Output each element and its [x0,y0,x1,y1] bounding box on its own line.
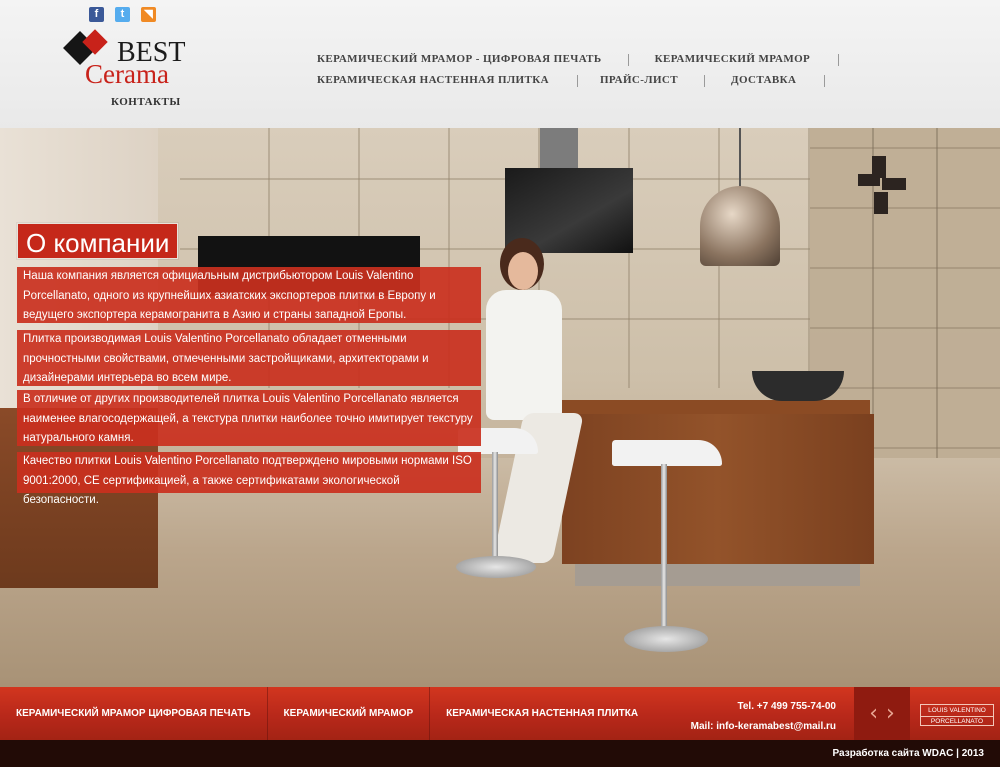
brand-line-2: PORCELLANATO [921,716,993,726]
contacts-link[interactable]: КОНТАКТЫ [111,95,181,109]
facebook-icon[interactable]: f [89,7,104,22]
about-paragraph: Плитка производимая Louis Valentino Porc… [17,330,481,386]
top-nav-row-2: КЕРАМИЧЕСКАЯ НАСТЕННАЯ ПЛИТКА ПРАЙС-ЛИСТ… [300,73,826,88]
developer-credits[interactable]: Разработка сайта WDAC | 2013 [833,747,984,761]
footer-link-marble-digital-print[interactable]: КЕРАМИЧЕСКИЙ МРАМОР ЦИФРОВАЯ ПЕЧАТЬ [0,707,267,721]
nav-separator [576,74,578,87]
footer-link-wall-tile[interactable]: КЕРАМИЧЕСКАЯ НАСТЕННАЯ ПЛИТКА [430,707,654,721]
footer-link-ceramic-marble[interactable]: КЕРАМИЧЕСКИЙ МРАМОР [268,707,430,721]
pendant-lamp [700,186,780,266]
nav-separator [627,53,629,66]
louis-valentino-logo[interactable]: LOUIS VALENTINO PORCELLANATO [920,704,994,726]
lamp-cord [739,128,741,188]
kitchen-island [562,414,874,564]
logo-text-cerama: Cerama [85,59,169,89]
nav-separator [824,74,826,87]
rss-icon[interactable]: ◥ [141,7,156,22]
twitter-icon[interactable]: t [115,7,130,22]
hood-pipe [540,128,578,170]
nav-link-price-list[interactable]: ПРАЙС-ЛИСТ [600,73,678,88]
site-header: f t ◥ BEST Cerama КОНТАКТЫ КЕРАМИЧЕСКИЙ … [0,0,1000,128]
island-base [575,564,860,586]
nav-separator [703,74,705,87]
about-paragraph: В отличие от других производителей плитк… [17,390,481,446]
nav-separator [838,53,840,66]
site-logo[interactable]: BEST Cerama [62,29,202,92]
bottom-bar: Разработка сайта WDAC | 2013 [0,740,1000,767]
nav-link-marble-digital-print[interactable]: КЕРАМИЧЕСКИЙ МРАМОР - ЦИФРОВАЯ ПЕЧАТЬ [317,52,602,67]
about-paragraph: Качество плитки Louis Valentino Porcella… [17,452,481,506]
social-links: f t ◥ [89,7,156,22]
counter-top [560,400,870,414]
nav-link-wall-tile[interactable]: КЕРАМИЧЕСКАЯ НАСТЕННАЯ ПЛИТКА [317,73,549,88]
wall-clock [858,156,908,214]
nav-link-ceramic-marble[interactable]: КЕРАМИЧЕСКИЙ МРАМОР [655,52,811,67]
slider-arrows: ‹ › [854,687,910,740]
about-paragraph: Наша компания является официальным дистр… [17,267,481,323]
about-heading: О компании [17,223,179,259]
footer-navigation: КЕРАМИЧЕСКИЙ МРАМОР ЦИФРОВАЯ ПЕЧАТЬ КЕРА… [0,687,654,740]
footer-bar: КЕРАМИЧЕСКИЙ МРАМОР ЦИФРОВАЯ ПЕЧАТЬ КЕРА… [0,687,1000,740]
nav-link-delivery[interactable]: ДОСТАВКА [731,73,796,88]
chevron-left-icon[interactable]: ‹ [869,702,878,725]
phone-number[interactable]: Tel. +7 499 755-74-00 [691,697,837,717]
brand-line-1: LOUIS VALENTINO [928,707,986,714]
chevron-right-icon[interactable]: › [886,702,895,725]
contact-info: Tel. +7 499 755-74-00 Mail: info-keramab… [691,697,836,737]
top-nav-row-1: КЕРАМИЧЕСКИЙ МРАМОР - ЦИФРОВАЯ ПЕЧАТЬ КЕ… [300,52,840,67]
email-address[interactable]: Mail: info-keramabest@mail.ru [691,717,836,737]
